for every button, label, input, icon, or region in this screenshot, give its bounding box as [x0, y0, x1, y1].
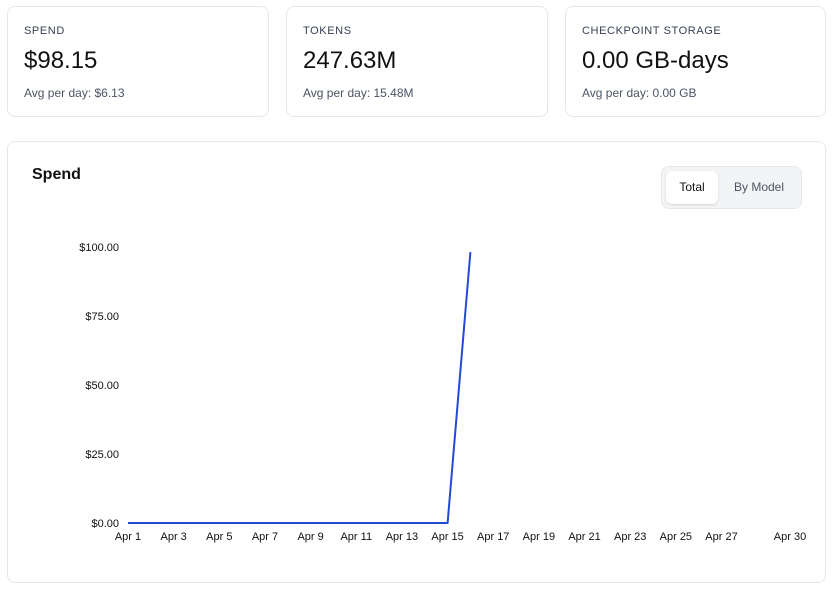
y-tick-label: $100.00 [79, 242, 119, 254]
x-tick-label: Apr 13 [386, 531, 418, 543]
tokens-stat-value: 247.63M [303, 47, 397, 74]
x-tick-label: Apr 5 [206, 531, 232, 543]
x-tick-label: Apr 7 [252, 531, 278, 543]
y-tick-label: $75.00 [85, 311, 119, 323]
x-tick-label: Apr 1 [115, 531, 141, 543]
tokens-stat-label: TOKENS [303, 25, 352, 37]
x-tick-label: Apr 15 [431, 531, 463, 543]
x-tick-label: Apr 11 [340, 531, 372, 543]
x-tick-label: Apr 3 [161, 531, 187, 543]
x-tick-label: Apr 27 [705, 531, 737, 543]
x-tick-label: Apr 30 [774, 531, 806, 543]
x-tick-label: Apr 19 [523, 531, 555, 543]
y-tick-label: $50.00 [85, 380, 119, 392]
spend-stat-value: $98.15 [24, 47, 98, 74]
x-tick-label: Apr 23 [614, 531, 646, 543]
checkpoint-storage-stat-avg: Avg per day: 0.00 GB [582, 86, 697, 100]
x-tick-label: Apr 17 [477, 531, 509, 543]
x-tick-label: Apr 9 [297, 531, 323, 543]
tokens-stat-avg: Avg per day: 15.48M [303, 86, 414, 100]
checkpoint-storage-stat-label: CHECKPOINT STORAGE [582, 25, 722, 37]
spend-line-chart: $0.00$25.00$50.00$75.00$100.00 Apr 1 Apr … [79, 242, 806, 543]
y-tick-label: $25.00 [85, 449, 119, 461]
checkpoint-storage-stat-card: CHECKPOINT STORAGE 0.00 GB-days Avg per … [565, 6, 826, 117]
x-tick-label: Apr 25 [660, 531, 692, 543]
series-layer [128, 252, 472, 524]
spend-series-line [128, 252, 472, 524]
tokens-stat-card: TOKENS 247.63M Avg per day: 15.48M [286, 6, 548, 117]
y-tick-label: $0.00 [91, 518, 119, 530]
y-axis-ticks: $0.00 $25.00 $50.00 $75.00 $100.00 [79, 242, 119, 530]
checkpoint-storage-stat-value: 0.00 GB-days [582, 47, 729, 74]
x-axis-ticks: Apr 1 Apr 3 Apr 5 Apr 7 Apr 9 Apr 11 Apr 13 Apr… [115, 531, 806, 543]
x-tick-label: Apr 21 [568, 531, 600, 543]
spend-stat-avg: Avg per day: $6.13 [24, 86, 125, 100]
spend-stat-card: SPEND $98.15 Avg per day: $6.13 [7, 6, 269, 117]
spend-chart-card: Spend Total By Model $0.00 $25.00 $50.00 $7… [7, 141, 826, 583]
spend-stat-label: SPEND [24, 25, 65, 37]
